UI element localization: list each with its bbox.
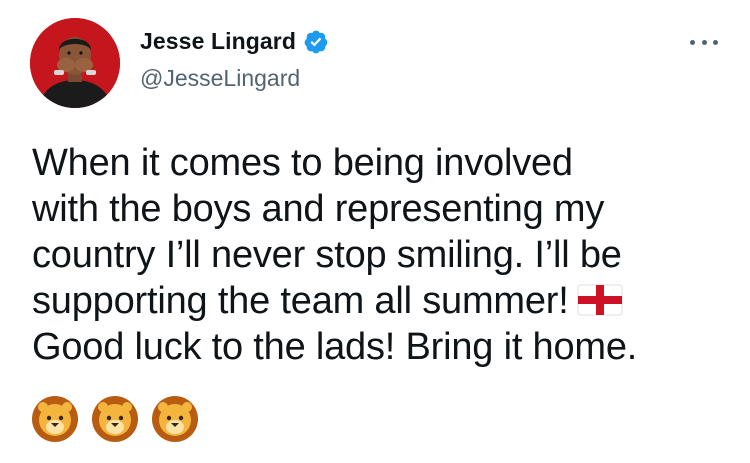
more-horizontal-icon bbox=[701, 39, 707, 45]
avatar[interactable] bbox=[30, 18, 120, 108]
author-name-row[interactable]: Jesse Lingard bbox=[140, 28, 329, 55]
profile-photo-icon bbox=[30, 18, 120, 108]
tweet-card: Jesse Lingard @JesseLingard When it come… bbox=[0, 0, 750, 463]
lion-face-icon bbox=[32, 396, 78, 442]
more-horizontal-icon bbox=[713, 39, 718, 45]
tweet-text-line: supporting the team all summer! bbox=[32, 280, 569, 322]
tweet-text-line-with-flag: supporting the team all summer! bbox=[32, 278, 732, 324]
author-handle[interactable]: @JesseLingard bbox=[140, 65, 300, 92]
lion-face-icon bbox=[152, 396, 198, 442]
tweet-text-line: with the boys and representing my bbox=[32, 188, 605, 230]
tweet-text-line: country I’ll never stop smiling. I’ll be bbox=[32, 234, 622, 276]
more-options-button[interactable] bbox=[686, 30, 722, 54]
display-name[interactable]: Jesse Lingard bbox=[140, 28, 296, 55]
more-horizontal-icon bbox=[690, 39, 695, 45]
tweet-text-line: Good luck to the lads! Bring it home. bbox=[32, 326, 638, 368]
emoji-row bbox=[30, 394, 200, 444]
tweet-text: When it comes to being involved with the… bbox=[32, 140, 732, 370]
lion-face-icon bbox=[92, 396, 138, 442]
verified-badge-icon bbox=[304, 30, 328, 53]
tweet-text-line: When it comes to being involved bbox=[32, 142, 573, 184]
england-flag-icon bbox=[577, 284, 623, 316]
